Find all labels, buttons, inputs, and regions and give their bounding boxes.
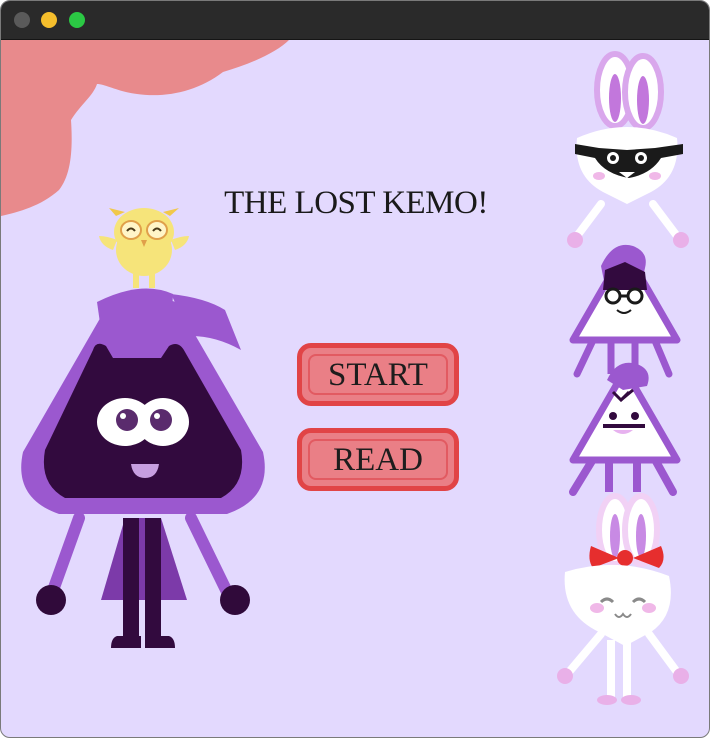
game-title: THE LOST KEMO! [224,185,488,221]
read-button-label: READ [333,442,423,478]
close-window-button[interactable] [14,12,30,28]
title-bar [1,1,709,40]
bunny-with-bow [557,493,689,705]
triangle-sleepy-character [569,362,681,496]
purple-hero [21,288,265,648]
bunny-with-glasses [567,51,689,248]
start-button-label: START [328,357,428,393]
app-window: THE LOST KEMO! START READ [0,0,710,738]
maximize-window-button[interactable] [69,12,85,28]
game-canvas: THE LOST KEMO! START READ [1,40,709,737]
read-button[interactable]: READ [297,428,459,491]
minimize-window-button[interactable] [41,12,57,28]
start-button[interactable]: START [297,343,459,406]
owl-character [99,208,189,288]
triangle-with-glasses-character [569,244,681,378]
